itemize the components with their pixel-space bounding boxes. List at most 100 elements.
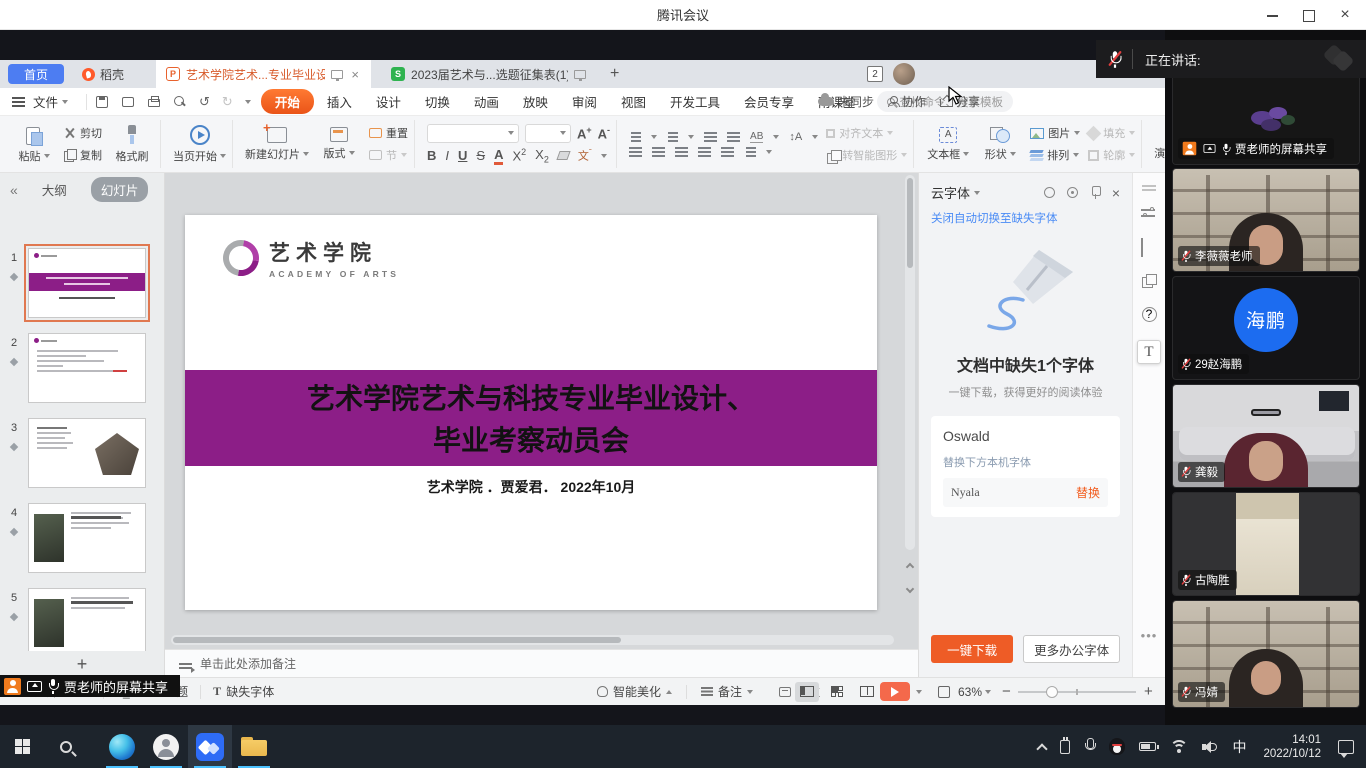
redo-icon[interactable]: ↻ (222, 94, 233, 110)
align-center-icon[interactable] (652, 147, 665, 149)
superscript-button[interactable]: X2 (512, 147, 526, 163)
slide-thumbnail-5[interactable]: 5 (0, 588, 164, 651)
shapes-button[interactable]: 形状 (978, 127, 1022, 162)
align-right-icon[interactable] (675, 147, 688, 149)
copy-button[interactable]: 复制 (64, 147, 102, 163)
fit-window-icon[interactable] (938, 686, 950, 698)
participant-tile[interactable]: 冯婧 (1172, 600, 1360, 708)
download-all-button[interactable]: 一键下载 (931, 635, 1013, 663)
hamburger-icon[interactable] (12, 97, 25, 99)
strikethrough-button[interactable]: S (476, 148, 485, 163)
text-direction-button[interactable]: AB (750, 131, 763, 143)
zoom-level[interactable]: 63% (958, 685, 982, 699)
horizontal-scrollbar[interactable] (171, 635, 894, 645)
undo-icon[interactable]: ↺ (199, 94, 210, 110)
screen-share-banner[interactable]: 贾老师的屏幕共享 (0, 675, 180, 697)
menu-item-animation[interactable]: 动画 (463, 89, 510, 114)
section-button[interactable]: 节 (369, 147, 408, 163)
gear-icon[interactable] (1066, 186, 1079, 199)
slide-title-banner[interactable]: 艺术学院艺术与科技专业毕业设计、 毕业考察动员会 (185, 370, 877, 466)
bold-button[interactable]: B (427, 148, 436, 163)
collaborate-button[interactable]: 协作 (888, 93, 926, 110)
replace-link[interactable]: 替换 (1076, 484, 1100, 501)
close-icon[interactable]: × (1338, 8, 1352, 22)
menu-item-transition[interactable]: 切换 (414, 89, 461, 114)
menu-item-home[interactable]: 开始 (261, 89, 314, 114)
arrange-button[interactable]: 排列 (1030, 147, 1080, 163)
phonetic-guide-button[interactable]: 文ˉ (578, 147, 592, 164)
more-icon[interactable] (245, 100, 251, 104)
font-color-button[interactable]: A (494, 147, 503, 165)
tab-doc-presentation[interactable]: P 艺术学院艺术...专业毕业设计 × (156, 60, 371, 88)
export-icon[interactable] (121, 95, 135, 109)
effects-icon[interactable] (1141, 239, 1157, 255)
minimize-icon[interactable] (1266, 8, 1280, 22)
file-menu[interactable]: 文件 (33, 92, 78, 111)
print-icon[interactable] (147, 95, 161, 109)
slide-canvas[interactable]: 艺术学院 ACADEMY OF ARTS 艺术学院艺术与科技专业毕业设计、 毕业… (185, 215, 877, 610)
slideshow-play-button[interactable] (880, 682, 910, 701)
subscript-button[interactable]: X2 (535, 147, 549, 165)
layout-button[interactable]: 版式 (317, 127, 361, 161)
columns-icon[interactable] (746, 147, 756, 149)
participant-tile[interactable]: 海鹏 29赵海鹏 (1172, 276, 1360, 380)
new-tab-button[interactable]: + (596, 65, 633, 83)
play-from-page-button[interactable]: 当页开始 (173, 125, 226, 164)
textbox-button[interactable]: A文本框 (926, 127, 970, 162)
decrease-indent-icon[interactable] (704, 132, 717, 134)
feedback-icon[interactable] (1043, 186, 1056, 199)
smart-beautify-button[interactable]: 智能美化 (585, 683, 684, 700)
missing-font-status[interactable]: T缺失字体 (201, 683, 286, 700)
zoom-slider-knob[interactable] (1046, 686, 1058, 698)
tray-volume-icon[interactable] (1195, 725, 1225, 768)
new-slide-button[interactable]: 新建幻灯片 (245, 127, 309, 162)
tray-battery-icon[interactable] (1132, 725, 1163, 768)
start-button[interactable] (0, 725, 44, 768)
text-tool-icon[interactable]: T (1137, 340, 1161, 364)
tab-slides[interactable]: 幻灯片 (91, 177, 149, 202)
paste-button[interactable]: 粘贴 (12, 125, 56, 164)
maximize-icon[interactable] (1302, 8, 1316, 22)
tab-doc-sheet[interactable]: S 2023届艺术与...选题征集表(1) (381, 60, 596, 88)
participant-tile[interactable]: 古陶胜 (1172, 492, 1360, 596)
decrease-font-icon[interactable]: A- (598, 125, 610, 141)
close-panel-icon[interactable]: × (1112, 185, 1120, 201)
notes-button[interactable]: 备注 (689, 683, 765, 700)
play-options-icon[interactable] (916, 690, 922, 694)
reset-button[interactable]: 重置 (369, 125, 408, 141)
panel-title[interactable]: 云字体 (931, 183, 970, 202)
increase-font-icon[interactable]: A+ (577, 125, 592, 141)
numbered-list-icon[interactable] (668, 132, 678, 134)
help-icon[interactable]: ? (1142, 307, 1157, 322)
drag-handle-icon[interactable] (1142, 185, 1156, 187)
zoom-out-button[interactable]: − (1002, 683, 1011, 700)
properties-icon[interactable] (1141, 205, 1157, 221)
menu-item-slideshow[interactable]: 放映 (512, 89, 559, 114)
tab-home[interactable]: 首页 (8, 64, 64, 84)
taskbar-edge[interactable] (100, 725, 144, 768)
line-spacing-icon[interactable]: ↕A (789, 131, 802, 143)
sync-status[interactable]: 未同步 (818, 93, 874, 110)
outline-button[interactable]: 轮廓 (1088, 147, 1135, 163)
more-tools-icon[interactable]: ••• (1141, 628, 1158, 643)
add-slide-button[interactable]: + (0, 651, 164, 677)
align-left-icon[interactable] (629, 147, 642, 149)
zoom-in-button[interactable]: + (1144, 683, 1153, 700)
print-preview-icon[interactable] (173, 95, 187, 109)
previous-slide-button[interactable] (903, 559, 917, 575)
normal-view-button[interactable] (795, 682, 819, 702)
justify-icon[interactable] (698, 147, 711, 149)
menu-item-member[interactable]: 会员专享 (733, 89, 805, 114)
menu-item-view[interactable]: 视图 (610, 89, 657, 114)
italic-button[interactable]: I (445, 148, 449, 163)
participant-tile[interactable]: 李薇薇老师 (1172, 168, 1360, 272)
reading-view-button[interactable] (855, 682, 879, 702)
bullet-list-icon[interactable] (631, 132, 641, 134)
format-painter-button[interactable]: 格式刷 (110, 125, 154, 164)
vertical-scrollbar[interactable] (905, 175, 915, 550)
more-fonts-button[interactable]: 更多办公字体 (1023, 635, 1120, 663)
distribute-icon[interactable] (721, 147, 734, 149)
disable-autoswitch-link[interactable]: 关闭自动切换至缺失字体 (919, 208, 1132, 228)
menu-item-design[interactable]: 设计 (365, 89, 412, 114)
cut-button[interactable]: 剪切 (64, 125, 102, 141)
